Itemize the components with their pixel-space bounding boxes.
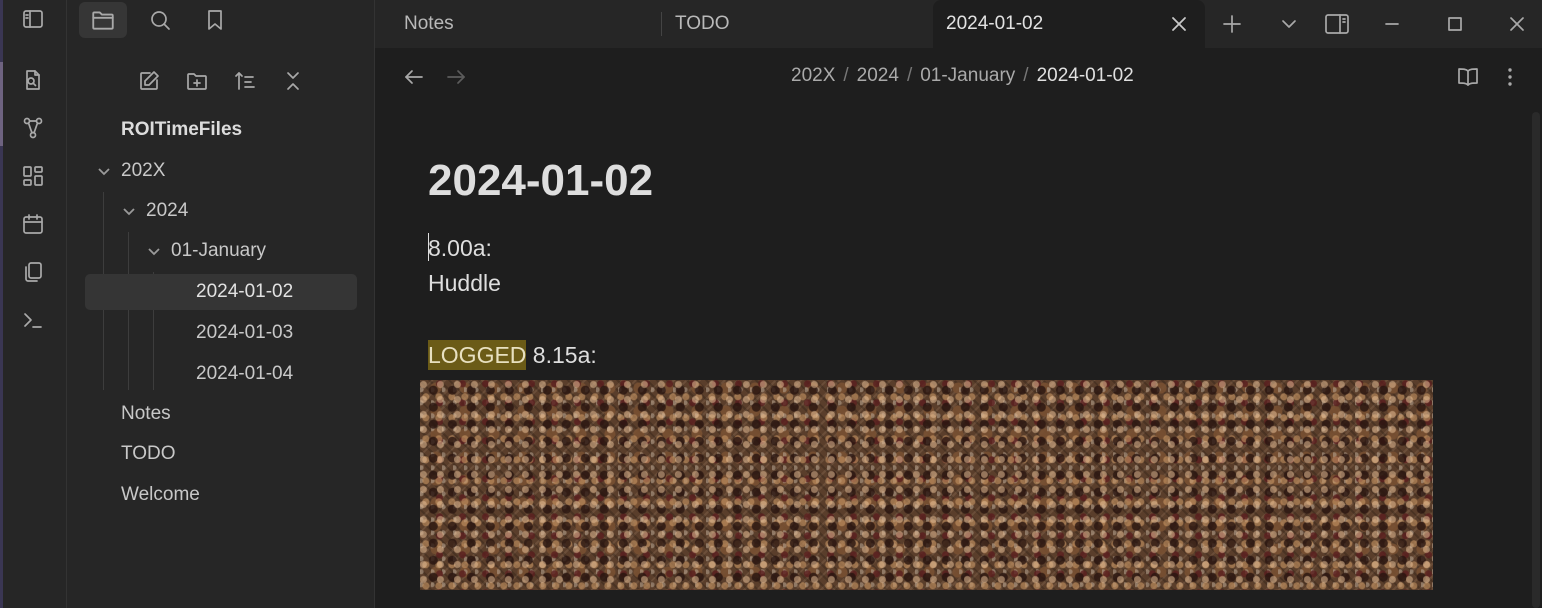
left-ribbon [0, 0, 67, 608]
tree-item-label: 2024-01-03 [196, 322, 294, 343]
chevron-down-icon [95, 162, 113, 180]
new-folder-icon[interactable] [182, 66, 212, 96]
tree-item-label: TODO [121, 443, 176, 464]
chevron-down-icon [145, 242, 163, 260]
breadcrumb: 202X / 2024 / 01-January / 2024-01-02 [791, 65, 1134, 87]
tree-file-welcome[interactable]: Welcome [121, 477, 200, 513]
tree-item-label: 202X [121, 160, 166, 181]
tab-list-chevron-down-icon[interactable] [1271, 6, 1307, 42]
chevron-down-icon [120, 202, 138, 220]
note-line-huddle[interactable]: Huddle [428, 270, 501, 297]
note-title[interactable]: 2024-01-02 [428, 156, 653, 206]
sort-icon[interactable] [230, 66, 260, 96]
tree-file-todo[interactable]: TODO [121, 436, 176, 472]
note-editor[interactable]: 2024-01-02 8.00a: Huddle LOGGED 8.15a: [375, 106, 1542, 608]
quick-switcher-icon[interactable] [19, 66, 47, 94]
window-edge-highlight [0, 62, 3, 146]
close-tab-icon[interactable] [1169, 14, 1189, 34]
right-sidebar-toggle-icon[interactable] [1319, 6, 1355, 42]
view-header: 202X / 2024 / 01-January / 2024-01-02 [375, 48, 1542, 106]
breadcrumb-separator: / [906, 65, 913, 86]
tab-todo[interactable]: TODO [662, 0, 932, 48]
bookmarks-tab-button[interactable] [191, 2, 239, 38]
logged-tag-highlight: LOGGED [428, 340, 527, 370]
breadcrumb-separator: / [843, 65, 849, 86]
tab-bar: Notes TODO 2024-01-02 [375, 0, 1542, 48]
breadcrumb-item[interactable]: 2024 [857, 65, 899, 86]
tree-folder-01-january[interactable]: 01-January [145, 233, 266, 269]
calendar-icon[interactable] [19, 210, 47, 238]
tab-notes[interactable]: Notes [375, 0, 660, 48]
tree-item-label: 2024-01-04 [196, 363, 294, 384]
tree-file-notes[interactable]: Notes [121, 396, 171, 432]
note-line-time-1[interactable]: 8.00a: [428, 233, 492, 262]
close-window-icon[interactable] [1499, 6, 1535, 42]
graph-icon[interactable] [19, 114, 47, 142]
minimize-icon[interactable] [1374, 6, 1410, 42]
editor-scrollbar[interactable] [1532, 112, 1540, 608]
search-tab-button[interactable] [136, 2, 184, 38]
tree-item-label: 01-January [171, 240, 267, 261]
bookmark-icon [208, 10, 222, 30]
search-icon [151, 11, 170, 30]
command-palette-icon[interactable] [19, 306, 47, 334]
note-line-text: 8.15a: [526, 342, 597, 368]
folder-icon [92, 11, 114, 30]
tree-item-label: Notes [121, 403, 171, 424]
new-note-icon[interactable] [134, 66, 164, 96]
tab-label: Notes [404, 13, 454, 34]
tab-label: 2024-01-02 [946, 13, 1044, 34]
tree-item-label: 2024-01-02 [196, 281, 294, 302]
canvas-icon[interactable] [19, 162, 47, 190]
back-arrow-icon[interactable] [399, 62, 429, 92]
tree-item-label: Welcome [121, 484, 200, 505]
breadcrumb-current[interactable]: 2024-01-02 [1037, 65, 1134, 86]
indent-guide [128, 232, 129, 390]
collapse-all-icon[interactable] [278, 66, 308, 96]
note-line-text: 8.00a: [428, 235, 492, 261]
tab-2024-01-02[interactable]: 2024-01-02 [933, 0, 1205, 48]
tree-folder-2024[interactable]: 2024 [120, 193, 188, 229]
more-options-icon[interactable] [1495, 62, 1525, 92]
reading-view-book-icon[interactable] [1453, 62, 1483, 92]
new-tab-icon[interactable] [1214, 6, 1250, 42]
tree-file-2024-01-03[interactable]: 2024-01-03 [196, 315, 293, 351]
vault-name[interactable]: ROITimeFiles [121, 119, 242, 141]
templates-icon[interactable] [19, 258, 47, 286]
note-line-time-2[interactable]: LOGGED 8.15a: [428, 340, 597, 370]
file-explorer-tab-button[interactable] [79, 2, 127, 38]
file-explorer-toolbar [67, 62, 375, 102]
tab-label: TODO [675, 13, 730, 34]
tree-file-2024-01-04[interactable]: 2024-01-04 [196, 356, 293, 392]
file-explorer-sidebar: ROITimeFiles 202X 2024 01-January 2024-0… [67, 0, 375, 608]
embedded-image[interactable] [420, 380, 1433, 590]
tree-file-2024-01-02[interactable]: 2024-01-02 [85, 274, 357, 310]
breadcrumb-item[interactable]: 202X [791, 65, 835, 86]
breadcrumb-separator: / [1023, 65, 1029, 86]
breadcrumb-item[interactable]: 01-January [920, 65, 1015, 86]
maximize-icon[interactable] [1437, 6, 1473, 42]
tree-item-label: 2024 [146, 200, 189, 221]
tree-folder-202x[interactable]: 202X [95, 153, 165, 189]
forward-arrow-icon[interactable] [441, 62, 471, 92]
sidebar-toggle-icon[interactable] [19, 5, 47, 33]
